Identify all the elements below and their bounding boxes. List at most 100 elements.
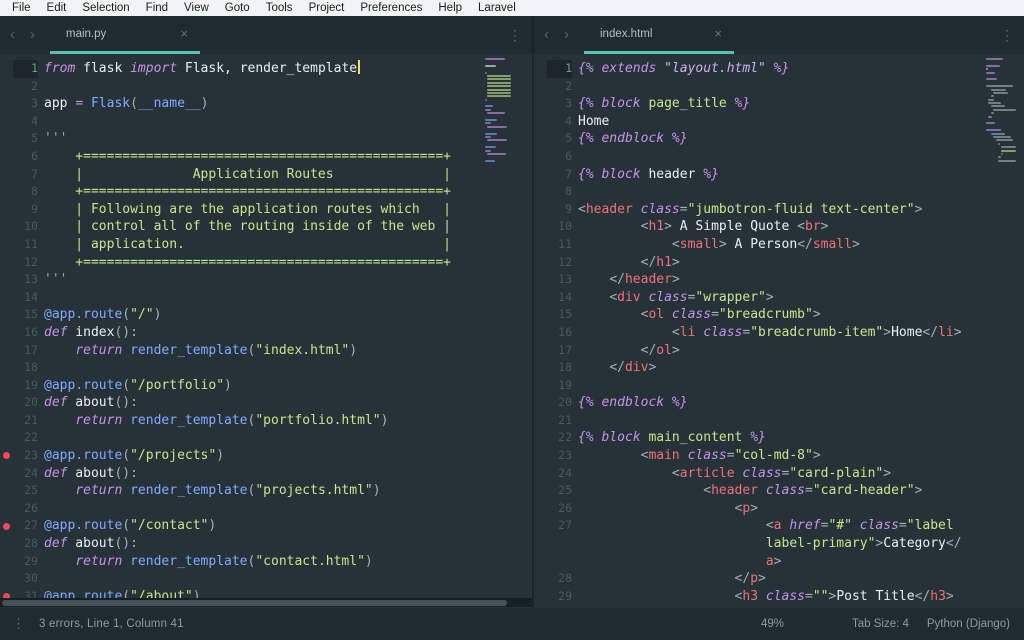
- code-line[interactable]: 20 {% endblock %}: [534, 394, 1024, 412]
- code-line[interactable]: 22 {% block main_content %}: [534, 429, 1024, 447]
- code-line[interactable]: 6: [534, 148, 1024, 166]
- code-line[interactable]: 26: [0, 500, 532, 518]
- code-line[interactable]: 15 <ol class="breadcrumb">: [534, 306, 1024, 324]
- code-line[interactable]: 13 </header>: [534, 271, 1024, 289]
- code-line[interactable]: 21 return render_template("portfolio.htm…: [0, 412, 532, 430]
- tab-main-py[interactable]: main.py ×: [50, 16, 200, 54]
- code-line[interactable]: 18: [0, 359, 532, 377]
- code-text: return render_template("portfolio.html"): [75, 412, 389, 428]
- pane-overflow-menu-icon[interactable]: ⋮: [990, 27, 1024, 44]
- line-number: 17: [558, 342, 572, 357]
- code-line[interactable]: 11 | application. |: [0, 236, 532, 254]
- minimap-right[interactable]: [986, 58, 1022, 163]
- code-line[interactable]: 24 <article class="card-plain">: [534, 465, 1024, 483]
- minimap-left[interactable]: [485, 58, 513, 163]
- status-menu-icon[interactable]: ⋮: [0, 616, 39, 632]
- code-line[interactable]: 19: [534, 377, 1024, 395]
- code-line[interactable]: 25 <header class="card-header">: [534, 482, 1024, 500]
- code-line[interactable]: 12 +====================================…: [0, 254, 532, 272]
- code-line[interactable]: 14 <div class="wrapper">: [534, 289, 1024, 307]
- code-line[interactable]: 17 </ol>: [534, 342, 1024, 360]
- code-line[interactable]: 10 <h1> A Simple Quote <br>: [534, 218, 1024, 236]
- code-line[interactable]: 2: [0, 78, 532, 96]
- code-line[interactable]: 8 +=====================================…: [0, 183, 532, 201]
- history-forward-icon[interactable]: ›: [25, 16, 40, 54]
- code-line[interactable]: 3 {% block page_title %}: [534, 95, 1024, 113]
- menu-item-project[interactable]: Project: [301, 0, 353, 16]
- code-line[interactable]: 29 return render_template("contact.html"…: [0, 553, 532, 571]
- editor-right[interactable]: 1 {% extends "layout.html" %} 2 3 {% block p…: [534, 54, 1024, 608]
- code-line[interactable]: label-primary">Category</: [534, 535, 1024, 553]
- code-text: </header>: [609, 272, 680, 288]
- code-line[interactable]: 6 +=====================================…: [0, 148, 532, 166]
- code-text: </h1>: [640, 254, 680, 270]
- tab-index-html[interactable]: index.html ×: [584, 16, 734, 54]
- code-line[interactable]: 12 </h1>: [534, 254, 1024, 272]
- code-line[interactable]: 9 | Following are the application routes…: [0, 201, 532, 219]
- menu-item-selection[interactable]: Selection: [74, 0, 137, 16]
- menu-item-help[interactable]: Help: [430, 0, 470, 16]
- code-line[interactable]: 22: [0, 429, 532, 447]
- code-line[interactable]: 5 ''': [0, 130, 532, 148]
- code-line[interactable]: 3 app = Flask(__name__): [0, 95, 532, 113]
- close-icon[interactable]: ×: [180, 26, 200, 41]
- code-line[interactable]: 17 return render_template("index.html"): [0, 342, 532, 360]
- code-line[interactable]: 1 from flask import Flask, render_templat…: [0, 60, 532, 78]
- code-line[interactable]: a>: [534, 553, 1024, 571]
- code-line[interactable]: 5 {% endblock %}: [534, 130, 1024, 148]
- error-status[interactable]: 3 errors, Line 1, Column 41: [39, 618, 184, 630]
- code-line[interactable]: 4 Home: [534, 113, 1024, 131]
- menu-item-edit[interactable]: Edit: [39, 0, 75, 16]
- line-number: 23: [558, 448, 572, 463]
- code-line[interactable]: 19 @app.route("/portfolio"): [0, 377, 532, 395]
- code-line[interactable]: 29 <h3 class="">Post Title</h3>: [534, 588, 1024, 606]
- menu-item-goto[interactable]: Goto: [217, 0, 258, 16]
- code-line[interactable]: 7 | Application Routes |: [0, 166, 532, 184]
- code-line[interactable]: 23 @app.route("/projects"): [0, 447, 532, 465]
- zoom-level[interactable]: 49%: [761, 618, 784, 630]
- code-text: {% block header %}: [578, 166, 719, 182]
- code-line[interactable]: 28 def about():: [0, 535, 532, 553]
- code-line[interactable]: 26 <p>: [534, 500, 1024, 518]
- code-line[interactable]: 10 | control all of the routing inside o…: [0, 218, 532, 236]
- code-line[interactable]: 15 @app.route("/"): [0, 306, 532, 324]
- code-line[interactable]: 21: [534, 412, 1024, 430]
- code-line[interactable]: 4: [0, 113, 532, 131]
- editor-left[interactable]: 1 from flask import Flask, render_templat…: [0, 54, 532, 608]
- tab-size-indicator[interactable]: Tab Size: 4: [852, 618, 909, 630]
- code-line[interactable]: 16 def index():: [0, 324, 532, 342]
- syntax-selector[interactable]: Python (Django): [927, 618, 1010, 630]
- code-line[interactable]: 14: [0, 289, 532, 307]
- line-number: 28: [558, 571, 572, 586]
- code-line[interactable]: 23 <main class="col-md-8">: [534, 447, 1024, 465]
- pane-overflow-menu-icon[interactable]: ⋮: [498, 27, 532, 44]
- code-line[interactable]: 13 ''': [0, 271, 532, 289]
- menu-item-preferences[interactable]: Preferences: [352, 0, 430, 16]
- close-icon[interactable]: ×: [714, 26, 734, 41]
- code-line[interactable]: 8: [534, 183, 1024, 201]
- menu-item-laravel[interactable]: Laravel: [470, 0, 524, 16]
- code-line[interactable]: 11 <small> A Person</small>: [534, 236, 1024, 254]
- horizontal-scrollbar[interactable]: [0, 598, 532, 607]
- code-line[interactable]: 28 </p>: [534, 570, 1024, 588]
- menu-item-tools[interactable]: Tools: [258, 0, 301, 16]
- code-line[interactable]: 9 <header class="jumbotron-fluid text-cen…: [534, 201, 1024, 219]
- code-line[interactable]: 16 <li class="breadcrumb-item">Home</li>: [534, 324, 1024, 342]
- scrollbar-thumb[interactable]: [2, 599, 508, 606]
- code-line[interactable]: 2: [534, 78, 1024, 96]
- code-line[interactable]: 24 def about():: [0, 465, 532, 483]
- menu-item-find[interactable]: Find: [138, 0, 176, 16]
- history-back-icon[interactable]: ‹: [539, 16, 554, 54]
- code-line[interactable]: 18 </div>: [534, 359, 1024, 377]
- history-forward-icon[interactable]: ›: [559, 16, 574, 54]
- menu-item-view[interactable]: View: [176, 0, 217, 16]
- code-line[interactable]: 7 {% block header %}: [534, 166, 1024, 184]
- history-back-icon[interactable]: ‹: [5, 16, 20, 54]
- code-line[interactable]: 27 <a href="#" class="label: [534, 517, 1024, 535]
- code-line[interactable]: 20 def about():: [0, 394, 532, 412]
- menu-item-file[interactable]: File: [4, 0, 39, 16]
- code-line[interactable]: 27 @app.route("/contact"): [0, 517, 532, 535]
- code-line[interactable]: 1 {% extends "layout.html" %}: [534, 60, 1024, 78]
- code-line[interactable]: 30: [0, 570, 532, 588]
- code-line[interactable]: 25 return render_template("projects.html…: [0, 482, 532, 500]
